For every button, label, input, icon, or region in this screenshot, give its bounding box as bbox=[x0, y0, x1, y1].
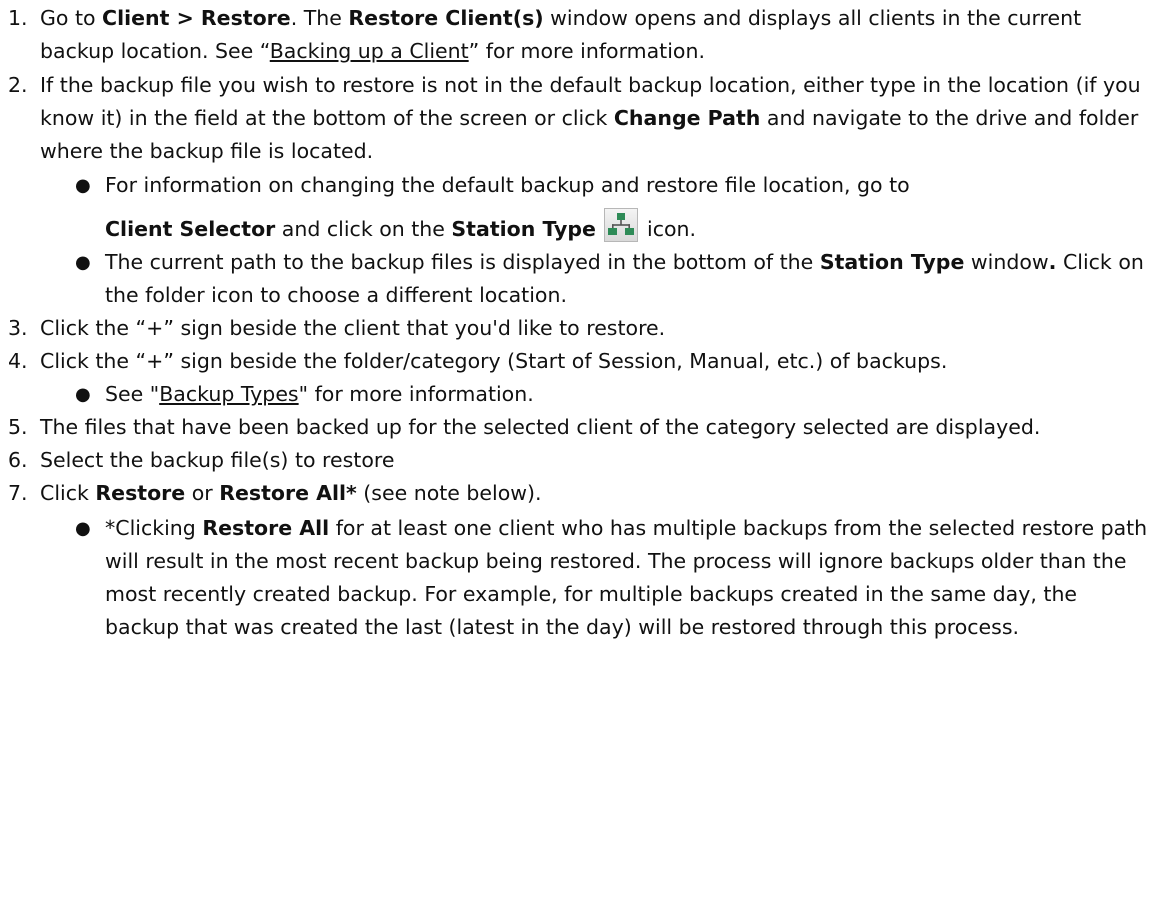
step-number: 1. bbox=[8, 6, 28, 30]
bullet: ● bbox=[75, 384, 91, 405]
step-number: 7. bbox=[8, 481, 28, 505]
step-5: 5. The files that have been backed up fo… bbox=[0, 411, 1156, 444]
step-4-bullet-1: ● See "Backup Types" for more informatio… bbox=[0, 378, 1156, 411]
bullet: ● bbox=[75, 252, 91, 273]
window-name: Restore Client(s) bbox=[348, 6, 544, 30]
step-3: 3. Click the “+” sign beside the client … bbox=[0, 312, 1156, 345]
bullet: ● bbox=[75, 175, 91, 196]
step-2-bullet-1: ● For information on changing the defaul… bbox=[0, 169, 1156, 248]
step-number: 3. bbox=[8, 316, 28, 340]
step-number: 5. bbox=[8, 415, 28, 439]
step-number: 4. bbox=[8, 349, 28, 373]
step-7: 7. Click Restore or Restore All* (see no… bbox=[0, 477, 1156, 510]
station-type-label: Station Type bbox=[451, 217, 596, 241]
change-path-label: Change Path bbox=[613, 106, 761, 130]
link-backing-up-a-client[interactable]: Backing up a Client bbox=[270, 39, 469, 63]
step-4: 4. Click the “+” sign beside the folder/… bbox=[0, 345, 1156, 378]
step-6: 6. Select the backup file(s) to restore bbox=[0, 444, 1156, 477]
restore-all-label: Restore All* bbox=[219, 481, 357, 505]
client-selector-label: Client Selector bbox=[105, 217, 276, 241]
restore-label: Restore bbox=[95, 481, 186, 505]
step-2: 2. If the backup file you wish to restor… bbox=[0, 69, 1156, 168]
step-number: 2. bbox=[8, 73, 28, 97]
menu-path: Client > Restore bbox=[102, 6, 291, 30]
step-1: 1. Go to Client > Restore. The Restore C… bbox=[0, 2, 1156, 68]
step-2-bullet-2: ● The current path to the backup files i… bbox=[0, 246, 1156, 312]
step-7-bullet-1: ● *Clicking Restore All for at least one… bbox=[0, 512, 1156, 644]
link-backup-types[interactable]: Backup Types bbox=[159, 382, 298, 406]
bullet: ● bbox=[75, 518, 91, 539]
document: 1. Go to Client > Restore. The Restore C… bbox=[0, 0, 1156, 640]
step-number: 6. bbox=[8, 448, 28, 472]
station-type-network-icon bbox=[604, 208, 639, 242]
